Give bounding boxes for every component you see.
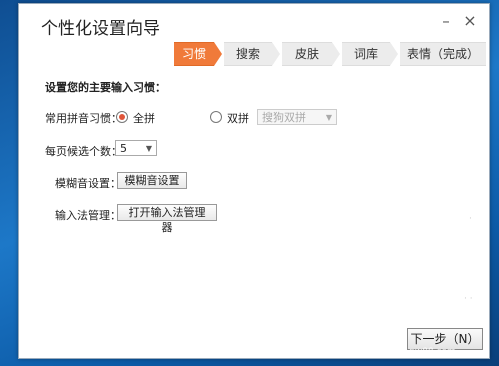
step-progress: 习惯 搜索 皮肤 词库 表情（完成） bbox=[174, 42, 486, 66]
chevron-down-icon: ▼ bbox=[145, 144, 152, 153]
radio-full-pinyin[interactable] bbox=[116, 111, 128, 123]
radio-double-pinyin[interactable] bbox=[210, 111, 222, 123]
radio-full-pinyin-label[interactable]: 全拼 bbox=[133, 110, 155, 126]
step-arrow bbox=[332, 42, 340, 66]
step-skin[interactable]: 皮肤 bbox=[282, 42, 332, 66]
open-ime-manager-button[interactable]: 打开输入法管理器 bbox=[117, 204, 217, 234]
minimize-button[interactable]: – bbox=[437, 12, 455, 30]
step-arrow bbox=[272, 42, 280, 66]
title-bar: 个性化设置向导 – × bbox=[19, 4, 489, 44]
candidates-per-page-value: 5 bbox=[120, 142, 127, 155]
decorative-dots: · bbox=[469, 214, 472, 224]
watermark-text: www.pw88.com bbox=[385, 347, 456, 357]
step-arrow bbox=[214, 42, 222, 66]
candidates-per-page-label: 每页候选个数： bbox=[45, 145, 122, 158]
pinyin-habit-label: 常用拼音习惯： bbox=[45, 112, 122, 125]
step-dictionary[interactable]: 词库 bbox=[342, 42, 390, 66]
double-pinyin-scheme-value: 搜狗双拼 bbox=[262, 111, 306, 124]
step-emoji-finish[interactable]: 表情（完成） bbox=[400, 42, 486, 66]
fuzzy-sound-label: 模糊音设置： bbox=[55, 177, 121, 190]
ime-manager-label: 输入法管理： bbox=[55, 209, 121, 222]
double-pinyin-scheme-select[interactable]: 搜狗双拼 ▼ bbox=[257, 109, 337, 125]
section-heading: 设置您的主要输入习惯： bbox=[45, 81, 166, 94]
chevron-down-icon: ▼ bbox=[325, 113, 332, 122]
setup-wizard-window: 个性化设置向导 – × 习惯 搜索 皮肤 词库 表情（完成） 设置您的主要输入习… bbox=[18, 3, 490, 359]
fuzzy-sound-button[interactable]: 模糊音设置 bbox=[117, 172, 187, 189]
step-arrow bbox=[390, 42, 398, 66]
close-button[interactable]: × bbox=[461, 12, 479, 30]
radio-double-pinyin-label[interactable]: 双拼 bbox=[227, 110, 249, 126]
step-habit[interactable]: 习惯 bbox=[174, 42, 214, 66]
step-search[interactable]: 搜索 bbox=[224, 42, 272, 66]
decorative-dots: · · bbox=[464, 294, 473, 304]
window-title: 个性化设置向导 bbox=[41, 19, 160, 39]
candidates-per-page-select[interactable]: 5 ▼ bbox=[115, 140, 157, 156]
